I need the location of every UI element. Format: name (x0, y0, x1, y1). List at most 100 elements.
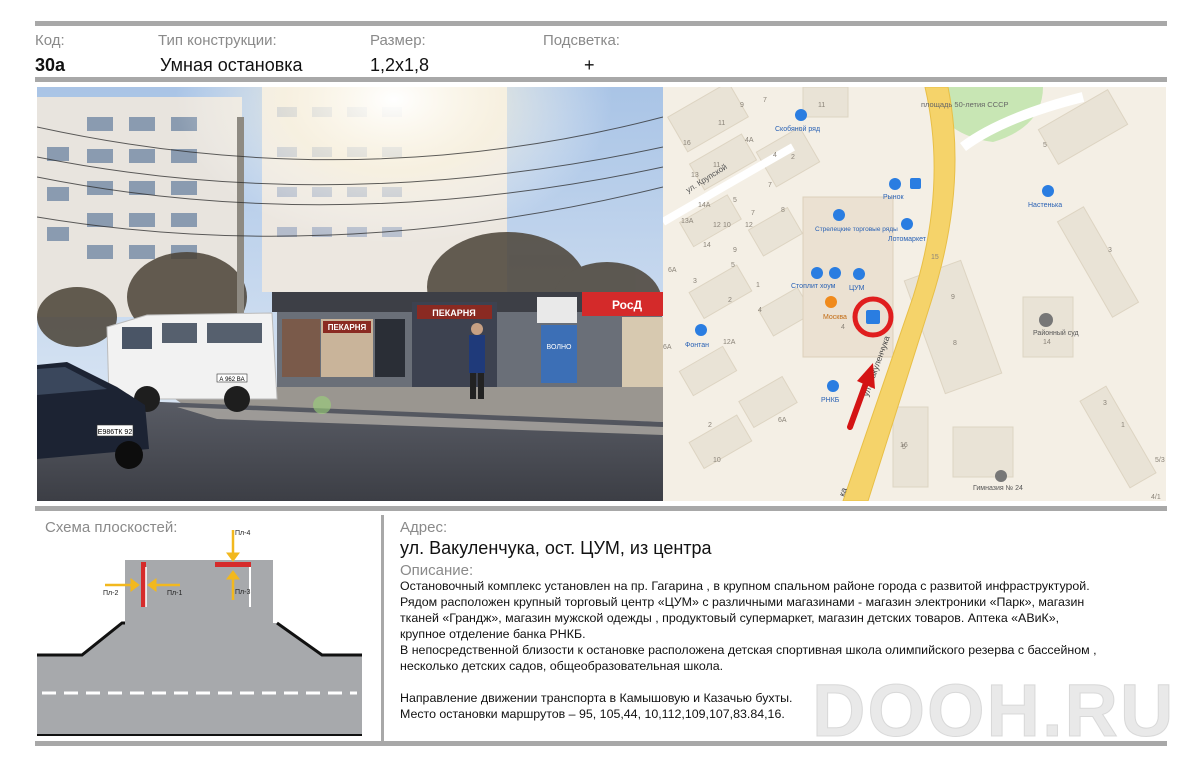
svg-text:9: 9 (733, 247, 737, 254)
svg-text:ЦУМ: ЦУМ (849, 285, 865, 292)
size-value: 1,2х1,8 (370, 55, 430, 75)
svg-text:2: 2 (791, 154, 795, 161)
light-value: + (584, 55, 595, 75)
svg-text:6А: 6А (778, 417, 787, 424)
sign-bakery-2: ПЕКАРНЯ (432, 308, 475, 318)
label-square: площадь 50-летия СССР (921, 100, 1009, 109)
svg-text:Гимназия № 24: Гимназия № 24 (973, 485, 1023, 492)
svg-text:Лотомаркет: Лотомаркет (888, 236, 927, 243)
description-line: тканей «Грандж», магазин мужской одежды … (400, 611, 1060, 625)
vertical-divider (381, 515, 384, 741)
svg-text:13А: 13А (681, 218, 694, 225)
svg-text:14: 14 (703, 242, 711, 249)
svg-text:4/1: 4/1 (1151, 494, 1161, 501)
bus-stop-photo: ПЕКАРНЯ ПЕКАРНЯ ВОЛНО РосД А 962 ВА Е986… (37, 87, 663, 501)
svg-text:9: 9 (951, 294, 955, 301)
svg-text:12А: 12А (723, 339, 736, 346)
description-line: В непосредственной близости к остановке … (400, 643, 1097, 657)
photo-illustration: ПЕКАРНЯ ПЕКАРНЯ ВОЛНО РосД А 962 ВА Е986… (37, 87, 663, 501)
person (469, 335, 485, 373)
ad-panel-dark (375, 319, 405, 377)
svg-text:8: 8 (781, 207, 785, 214)
sign-bakery-1: ПЕКАРНЯ (328, 323, 367, 332)
svg-text:10: 10 (713, 457, 721, 464)
plane-4-panel (215, 562, 251, 567)
description-line: Остановочный комплекс установлен на пр. … (400, 579, 1090, 593)
svg-text:6А: 6А (663, 344, 672, 351)
svg-text:4: 4 (758, 307, 762, 314)
svg-text:10: 10 (723, 222, 731, 229)
type-value: Умная остановка (160, 55, 303, 75)
bottom-divider (35, 741, 1167, 746)
van-plate: А 962 ВА (219, 377, 244, 383)
svg-text:Стрелецкие торговые ряды: Стрелецкие торговые ряды (815, 226, 898, 233)
photo-divider (35, 506, 1167, 511)
scheme-drawing: Пл-4 Пл-2 Пл-1 Пл-3 (37, 530, 362, 736)
svg-text:14: 14 (1043, 339, 1051, 346)
svg-text:4: 4 (773, 152, 777, 159)
description-text: Остановочный комплекс установлен на пр. … (400, 578, 1170, 722)
svg-text:7: 7 (768, 182, 772, 189)
svg-text:Рынок: Рынок (883, 194, 904, 201)
svg-text:5/3: 5/3 (1155, 457, 1165, 464)
sign-volno: ВОЛНО (547, 344, 572, 351)
svg-text:7: 7 (751, 210, 755, 217)
plane-4-label: Пл-4 (235, 530, 250, 537)
svg-text:12: 12 (713, 222, 721, 229)
sign-rosd: РосД (612, 298, 643, 312)
svg-text:5: 5 (733, 197, 737, 204)
description-line: Место остановки маршрутов – 95, 105,44, … (400, 707, 785, 721)
svg-text:Настенька: Настенька (1028, 202, 1062, 209)
svg-text:13: 13 (691, 172, 699, 179)
svg-text:3: 3 (1108, 247, 1112, 254)
svg-text:Москва: Москва (823, 314, 847, 321)
plane-1-label: Пл-1 (167, 590, 182, 597)
svg-text:4: 4 (841, 324, 845, 331)
plane-3-label: Пл-3 (235, 589, 250, 596)
ad-panel-1 (282, 319, 320, 377)
svg-text:Стоплит хоум: Стоплит хоум (791, 283, 836, 290)
description-line: крупное отделение банка РНКБ. (400, 627, 586, 641)
description-label: Описание: (400, 562, 474, 579)
svg-text:Скобяной ряд: Скобяной ряд (775, 125, 820, 133)
description-line: несколько детских садов, общеобразовател… (400, 659, 724, 673)
svg-text:5: 5 (902, 444, 906, 451)
description-line (400, 674, 1170, 690)
planes-scheme: Схема плоскостей: Пл-4 Пл-2 Пл-1 Пл-3 (37, 515, 377, 737)
code-label: Код: (35, 32, 65, 49)
svg-text:РНКБ: РНКБ (821, 397, 840, 404)
address-value: ул. Вакуленчука, ост. ЦУМ, из центра (400, 538, 712, 558)
svg-text:5: 5 (1043, 142, 1047, 149)
svg-text:1: 1 (756, 282, 760, 289)
top-divider (35, 21, 1167, 26)
svg-text:9: 9 (740, 102, 744, 109)
svg-text:15: 15 (931, 254, 939, 261)
description-line: Рядом расположен крупный торговый центр … (400, 595, 1085, 609)
type-label: Тип конструкции: (158, 32, 277, 49)
header-divider (35, 77, 1167, 82)
svg-text:16: 16 (683, 140, 691, 147)
power-pole (237, 117, 244, 317)
svg-text:11: 11 (718, 120, 725, 127)
description-line: Направление движении транспорта в Камышо… (400, 691, 793, 705)
code-value: 30а (35, 55, 66, 75)
svg-text:7: 7 (763, 97, 767, 104)
volno-ad (541, 325, 577, 383)
svg-text:4А: 4А (745, 137, 754, 144)
svg-text:3: 3 (693, 278, 697, 285)
light-label: Подсветка: (543, 32, 620, 49)
svg-text:5: 5 (731, 262, 735, 269)
svg-text:1: 1 (1121, 422, 1125, 429)
car-plate: Е986ТК 92 (98, 429, 133, 436)
svg-text:2: 2 (728, 297, 732, 304)
svg-text:6А: 6А (668, 267, 677, 274)
svg-text:Районный суд: Районный суд (1033, 329, 1079, 337)
ad-panel-right (622, 317, 663, 387)
svg-text:11: 11 (818, 102, 825, 109)
plane-2-label: Пл-2 (103, 590, 118, 597)
bus-stop-icon (866, 310, 880, 324)
size-label: Размер: (370, 32, 426, 49)
svg-text:Фонтан: Фонтан (685, 342, 709, 349)
svg-text:3: 3 (1103, 400, 1107, 407)
location-map: ул. Крупской ул. Вакуленчука ка площадь … (663, 87, 1166, 501)
